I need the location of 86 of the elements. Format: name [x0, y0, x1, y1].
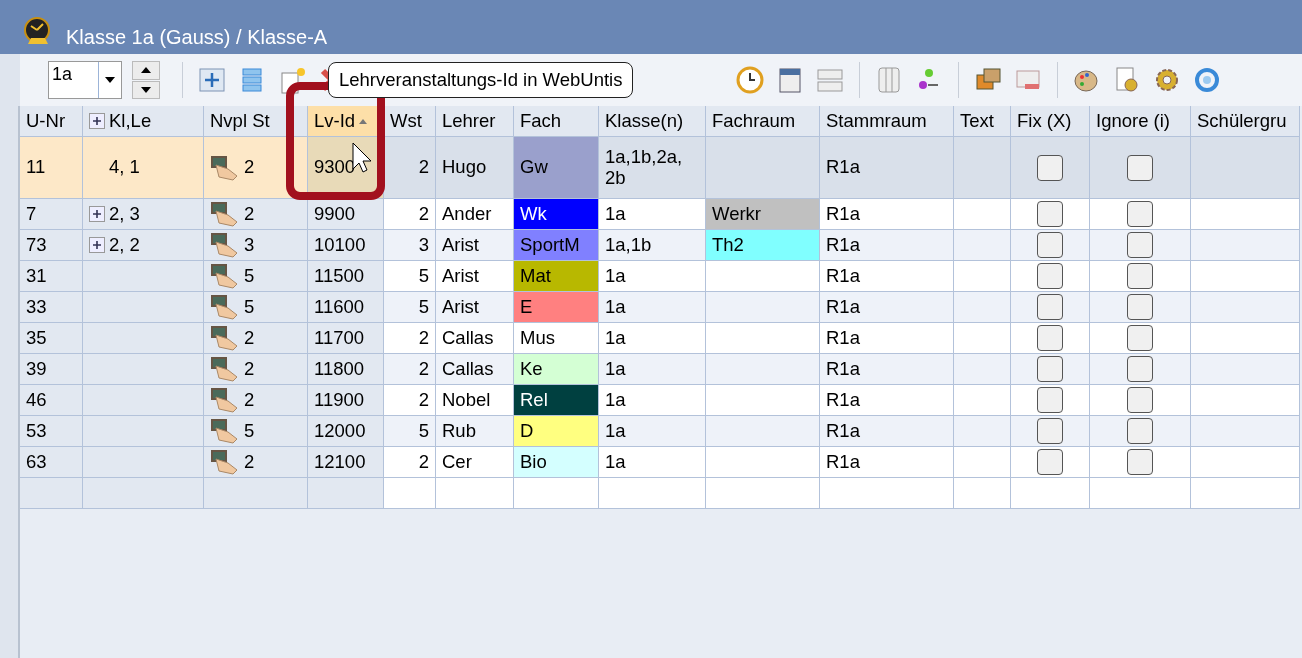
subject-cell: E [514, 292, 599, 323]
table-cell: 11 [20, 137, 83, 199]
window-title: Klasse 1a (Gauss) / Klasse-A [66, 25, 328, 50]
table-cell: 2 [384, 447, 436, 478]
table-cell: R1a [820, 323, 954, 354]
table-cell: 2 [384, 385, 436, 416]
table-cell: R1a [820, 447, 954, 478]
table-cell: 1a [599, 354, 706, 385]
table-cell: Callas [436, 323, 514, 354]
table-cell: R1a [820, 230, 954, 261]
subject-cell: Rel [514, 385, 599, 416]
table-cell: 53 [20, 416, 83, 447]
table-cell: 1a,1b,2a, 2b [599, 137, 706, 199]
table-cell: 35 [20, 323, 83, 354]
room-cell: Werkr [706, 199, 820, 230]
table-cell: Arist [436, 261, 514, 292]
table-cell: 2 [204, 385, 308, 416]
tooltip: Lehrveranstaltungs-Id in WebUntis [328, 62, 634, 98]
table-cell: Ander [436, 199, 514, 230]
subject-cell: Bio [514, 447, 599, 478]
table-cell: Hugo [436, 137, 514, 199]
table-cell: 73 [20, 230, 83, 261]
table-cell: 2 [204, 354, 308, 385]
table-cell: 5 [384, 416, 436, 447]
table-cell: 33 [20, 292, 83, 323]
table-cell: 5 [384, 261, 436, 292]
table-cell: 10100 [308, 230, 384, 261]
table-cell: 7 [20, 199, 83, 230]
table-cell: 12000 [308, 416, 384, 447]
table-cell: 63 [20, 447, 83, 478]
table-cell: 11900 [308, 385, 384, 416]
table-cell: 2 [384, 323, 436, 354]
table-cell: 11700 [308, 323, 384, 354]
table-cell: 11800 [308, 354, 384, 385]
table-cell: R1a [820, 354, 954, 385]
table-cell: 3 [204, 230, 308, 261]
table-cell: 2 [384, 354, 436, 385]
room-cell: Th2 [706, 230, 820, 261]
table-cell: Cer [436, 447, 514, 478]
table-cell: 1a [599, 385, 706, 416]
subject-cell: SportM [514, 230, 599, 261]
table-cell: 5 [204, 261, 308, 292]
table-cell: 2 [204, 137, 308, 199]
table-cell: R1a [820, 261, 954, 292]
table-cell: 1a [599, 416, 706, 447]
table-cell: 2 [204, 323, 308, 354]
table-cell: 1a,1b [599, 230, 706, 261]
table-cell: 2 [384, 199, 436, 230]
table-cell: 31 [20, 261, 83, 292]
subject-cell: Gw [514, 137, 599, 199]
subject-cell: Wk [514, 199, 599, 230]
table-cell: R1a [820, 199, 954, 230]
table-cell: 1a [599, 199, 706, 230]
table-cell: 5 [204, 292, 308, 323]
table-cell: 39 [20, 354, 83, 385]
table-cell: R1a [820, 385, 954, 416]
table-cell: 12100 [308, 447, 384, 478]
table-cell: 2 [204, 447, 308, 478]
table-cell: 1a [599, 292, 706, 323]
subject-cell: D [514, 416, 599, 447]
table-cell: Callas [436, 354, 514, 385]
table-cell: 2 [384, 137, 436, 199]
table-cell: Rub [436, 416, 514, 447]
table-cell: 11500 [308, 261, 384, 292]
table-cell: 11600 [308, 292, 384, 323]
table-cell: 1a [599, 447, 706, 478]
table-cell: R1a [820, 416, 954, 447]
table-cell: 9900 [308, 199, 384, 230]
table-cell: 2, 3 [83, 199, 204, 230]
table-cell: R1a [820, 292, 954, 323]
table-cell: Arist [436, 292, 514, 323]
table-cell: 1a [599, 261, 706, 292]
table-cell: 5 [204, 416, 308, 447]
table-cell: R1a [820, 137, 954, 199]
table-cell: 46 [20, 385, 83, 416]
subject-cell: Mus [514, 323, 599, 354]
table-cell: Arist [436, 230, 514, 261]
table-cell: 3 [384, 230, 436, 261]
subject-cell: Mat [514, 261, 599, 292]
table-cell: 1a [599, 323, 706, 354]
subject-cell: Ke [514, 354, 599, 385]
table-cell: Nobel [436, 385, 514, 416]
table-cell: 4, 1 [83, 137, 204, 199]
table-cell: 5 [384, 292, 436, 323]
table-cell: 2 [204, 199, 308, 230]
table-cell: 2, 2 [83, 230, 204, 261]
